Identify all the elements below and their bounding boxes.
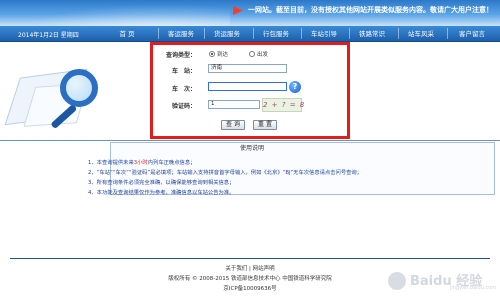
station-input[interactable]: 济南 bbox=[208, 64, 287, 73]
nav-item-luggage-service[interactable]: 行包服务 bbox=[258, 29, 294, 39]
nav-divider bbox=[398, 28, 399, 39]
nav-item-railway-knowledge[interactable]: 铁路常识 bbox=[354, 29, 390, 39]
main-navigation: 2014年1月2日 星期四 首 页 客运服务 货运服务 行包服务 车站引导 铁路… bbox=[0, 26, 500, 42]
instruction-highlight: 3小时 bbox=[133, 160, 148, 166]
instruction-text: “车站”“车次”“验证码”是必填项；车站输入支持拼音首字母输入，例如《北京》“B… bbox=[96, 170, 363, 176]
instruction-number: 2、 bbox=[88, 170, 97, 176]
nav-divider bbox=[253, 28, 254, 39]
train-number-label: 车 次： bbox=[172, 86, 197, 93]
watermark-url: jingyan.baidu.com bbox=[450, 285, 497, 291]
banner-notice: 一网站。截至目前，没有授权其他网站开展类似服务内容。敬请广大用户注意！ bbox=[248, 6, 493, 14]
notice-arrow-icon bbox=[233, 6, 243, 15]
nav-divider bbox=[158, 28, 159, 39]
section-divider bbox=[0, 140, 500, 141]
current-date: 2014年1月2日 星期四 bbox=[18, 32, 79, 39]
banner-decoration bbox=[0, 0, 230, 26]
station-label: 车 站： bbox=[172, 68, 197, 75]
submit-query-button[interactable]: 查 询 bbox=[221, 120, 245, 130]
captcha-label: 验证码： bbox=[172, 103, 197, 110]
nav-item-customer-message[interactable]: 客户留言 bbox=[452, 29, 492, 39]
nav-divider bbox=[349, 28, 350, 39]
radio-departure-label[interactable]: 出发 bbox=[257, 50, 268, 58]
nav-item-station-gallery[interactable]: 站车风采 bbox=[403, 29, 439, 39]
nav-item-freight-service[interactable]: 货运服务 bbox=[209, 29, 245, 39]
nav-item-station-guide[interactable]: 车站引导 bbox=[306, 29, 342, 39]
radio-arrival-label[interactable]: 到达 bbox=[217, 50, 228, 58]
instruction-number: 4、 bbox=[88, 190, 97, 196]
instruction-text: 本查询提供未来 bbox=[96, 160, 134, 166]
train-number-input[interactable] bbox=[208, 82, 287, 91]
instruction-item: 2、“车站”“车次”“验证码”是必填项；车站输入支持拼音首字母输入，例如《北京》… bbox=[88, 168, 362, 176]
instructions-title: 使用说明 bbox=[240, 145, 265, 152]
nav-item-home[interactable]: 首 页 bbox=[112, 29, 142, 39]
instruction-item: 3、所有查询条件必须完全准确，以确保能够查询到相关信息； bbox=[88, 178, 234, 186]
baidu-paw-icon bbox=[388, 272, 406, 290]
instruction-item: 4、本功能及查询结果仅作为参考，准确信息以车站公告为准。 bbox=[88, 188, 234, 196]
instruction-number: 1、 bbox=[88, 160, 97, 166]
nav-divider bbox=[301, 28, 302, 39]
nav-divider bbox=[447, 28, 448, 39]
search-illustration bbox=[0, 53, 120, 148]
instruction-number: 3、 bbox=[88, 180, 97, 186]
footer-divider bbox=[10, 258, 490, 259]
captcha-image[interactable]: 2 + ? = 8 bbox=[262, 98, 304, 112]
baidu-watermark: Baidu 经验 jingyan.baidu.com bbox=[388, 268, 498, 294]
radio-arrival[interactable] bbox=[209, 51, 215, 57]
nav-item-passenger-service[interactable]: 客运服务 bbox=[163, 29, 199, 39]
instruction-text: 所有查询条件必须完全准确，以确保能够查询到相关信息； bbox=[96, 180, 235, 186]
instruction-item: 1、本查询提供未来3小时内列车正晚点信息； bbox=[88, 158, 195, 166]
instruction-text: 内列车正晚点信息； bbox=[147, 160, 196, 166]
captcha-input[interactable]: 1 bbox=[208, 100, 260, 109]
reset-button[interactable]: 重 置 bbox=[253, 120, 277, 130]
help-question-icon[interactable]: ? bbox=[289, 81, 301, 93]
header-banner: 一网站。截至目前，没有授权其他网站开展类似服务内容。敬请广大用户注意！ bbox=[0, 0, 500, 26]
instruction-text: 本功能及查询结果仅作为参考，准确信息以车站公告为准。 bbox=[96, 190, 235, 196]
query-type-label: 查询类型： bbox=[166, 52, 197, 59]
magnifier-icon bbox=[60, 69, 98, 107]
radio-departure[interactable] bbox=[249, 51, 255, 57]
nav-divider bbox=[204, 28, 205, 39]
